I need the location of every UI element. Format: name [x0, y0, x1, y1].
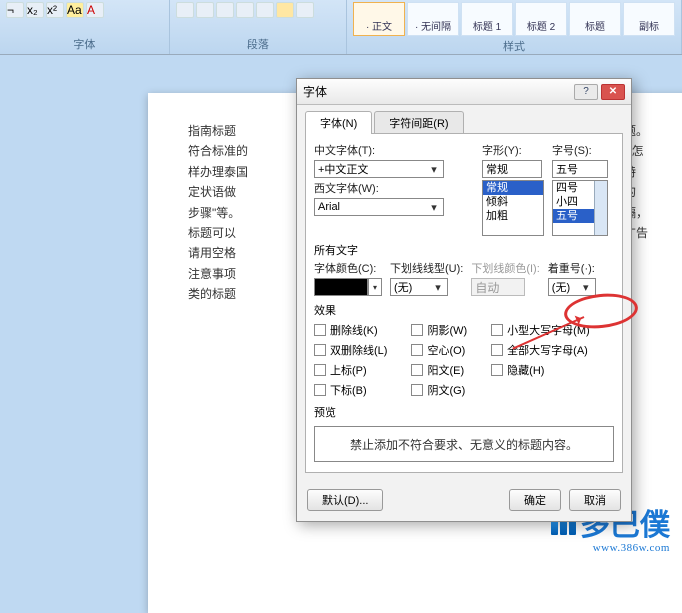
effects-grid: 删除线(K) 双删除线(L) 上标(P) 下标(B) 阴影(W) 空心(O) 阳…	[314, 322, 614, 398]
chk-allcaps[interactable]: 全部大写字母(A)	[491, 342, 590, 358]
styles-gallery[interactable]: · 正文 · 无间隔 标题 1 标题 2 标题 副标	[353, 2, 675, 36]
ribbon-paragraph-group: 段落	[170, 0, 347, 54]
style-tile-normal[interactable]: · 正文	[353, 2, 405, 36]
highlight-icon[interactable]: Aa	[66, 2, 84, 18]
chevron-down-icon: ▾	[428, 163, 440, 176]
chevron-down-icon: ▾	[432, 281, 444, 294]
tabstrip: 字体(N) 字符间距(R)	[297, 105, 631, 134]
cancel-button[interactable]: 取消	[569, 489, 621, 511]
chk-smallcaps[interactable]: 小型大写字母(M)	[491, 322, 590, 338]
superscript-icon[interactable]: x²	[46, 2, 64, 18]
label-font-color: 字体颜色(C):	[314, 260, 382, 276]
font-dialog: 字体 ? ✕ 字体(N) 字符间距(R) 中文字体(T): +中文正文▾ 西文字…	[296, 78, 632, 522]
label-style: 字形(Y):	[482, 142, 544, 158]
chk-emboss[interactable]: 阳文(E)	[411, 362, 467, 378]
chk-subscript[interactable]: 下标(B)	[314, 382, 387, 398]
chk-hidden[interactable]: 隐藏(H)	[491, 362, 590, 378]
label-emphasis: 着重号(·):	[548, 260, 596, 276]
chk-shadow[interactable]: 阴影(W)	[411, 322, 467, 338]
close-button[interactable]: ✕	[601, 84, 625, 100]
ribbon-styles-label: 样式	[353, 36, 675, 54]
subscript-icon[interactable]: x₂	[26, 2, 44, 18]
style-tile-subtitle[interactable]: 副标	[623, 2, 675, 36]
font-color-dd[interactable]: ▾	[368, 278, 382, 296]
default-button[interactable]: 默认(D)...	[307, 489, 383, 511]
shading-icon[interactable]	[276, 2, 294, 18]
chk-strike[interactable]: 删除线(K)	[314, 322, 387, 338]
style-tile-title[interactable]: 标题	[569, 2, 621, 36]
style-edit[interactable]: 常规	[482, 160, 542, 178]
underline-color-combo: 自动	[471, 278, 525, 296]
dialog-button-row: 默认(D)... 确定 取消	[297, 481, 631, 521]
line-spacing-icon[interactable]	[256, 2, 274, 18]
preview-box: 禁止添加不符合要求、无意义的标题内容。	[314, 426, 614, 462]
dialog-title: 字体	[303, 83, 574, 100]
ribbon-font-label: 字体	[6, 34, 163, 52]
style-tile-h2[interactable]: 标题 2	[515, 2, 567, 36]
label-effects: 效果	[314, 302, 614, 318]
label-underline: 下划线线型(U):	[390, 260, 463, 276]
help-button[interactable]: ?	[574, 84, 598, 100]
emphasis-combo[interactable]: (无)▾	[548, 278, 596, 296]
label-cn-font: 中文字体(T):	[314, 142, 474, 158]
size-edit[interactable]: 五号	[552, 160, 608, 178]
borders-icon[interactable]	[296, 2, 314, 18]
ribbon-para-label: 段落	[176, 34, 340, 52]
label-size: 字号(S):	[552, 142, 614, 158]
tab-font[interactable]: 字体(N)	[305, 111, 372, 134]
ribbon: ¬ x₂ x² Aa A 字体 段落 · 正文 · 无间隔 标题 1 标题 2 …	[0, 0, 682, 55]
chk-superscript[interactable]: 上标(P)	[314, 362, 387, 378]
style-tile-nospace[interactable]: · 无间隔	[407, 2, 459, 36]
size-listbox[interactable]: 四号 小四 五号	[552, 180, 608, 236]
chk-dblstrike[interactable]: 双删除线(L)	[314, 342, 387, 358]
chevron-down-icon: ▾	[373, 283, 377, 292]
cn-font-combo[interactable]: +中文正文▾	[314, 160, 444, 178]
ribbon-styles-group: · 正文 · 无间隔 标题 1 标题 2 标题 副标 样式	[347, 0, 682, 54]
titlebar[interactable]: 字体 ? ✕	[297, 79, 631, 105]
align-justify-icon[interactable]	[236, 2, 254, 18]
tab-spacing[interactable]: 字符间距(R)	[374, 111, 463, 134]
align-left-icon[interactable]	[176, 2, 194, 18]
label-underline-color: 下划线颜色(I):	[471, 260, 539, 276]
west-font-combo[interactable]: Arial▾	[314, 198, 444, 216]
underline-combo[interactable]: (无)▾	[390, 278, 448, 296]
align-center-icon[interactable]	[196, 2, 214, 18]
align-right-icon[interactable]	[216, 2, 234, 18]
label-west-font: 西文字体(W):	[314, 180, 474, 196]
chk-engrave[interactable]: 阴文(G)	[411, 382, 467, 398]
ribbon-font-group: ¬ x₂ x² Aa A 字体	[0, 0, 170, 54]
chevron-down-icon: ▾	[428, 201, 440, 214]
style-listbox[interactable]: 常规 倾斜 加粗	[482, 180, 544, 236]
ok-button[interactable]: 确定	[509, 489, 561, 511]
tab-panel-font: 中文字体(T): +中文正文▾ 西文字体(W): Arial▾ 字形(Y): 常…	[305, 133, 623, 473]
label-preview: 预览	[314, 404, 614, 420]
strike-icon[interactable]: ¬	[6, 2, 24, 18]
font-color-swatch[interactable]	[314, 278, 368, 296]
label-all-text: 所有文字	[314, 242, 614, 258]
style-tile-h1[interactable]: 标题 1	[461, 2, 513, 36]
chevron-down-icon: ▾	[580, 281, 592, 294]
chk-outline[interactable]: 空心(O)	[411, 342, 467, 358]
font-color-icon[interactable]: A	[86, 2, 104, 18]
